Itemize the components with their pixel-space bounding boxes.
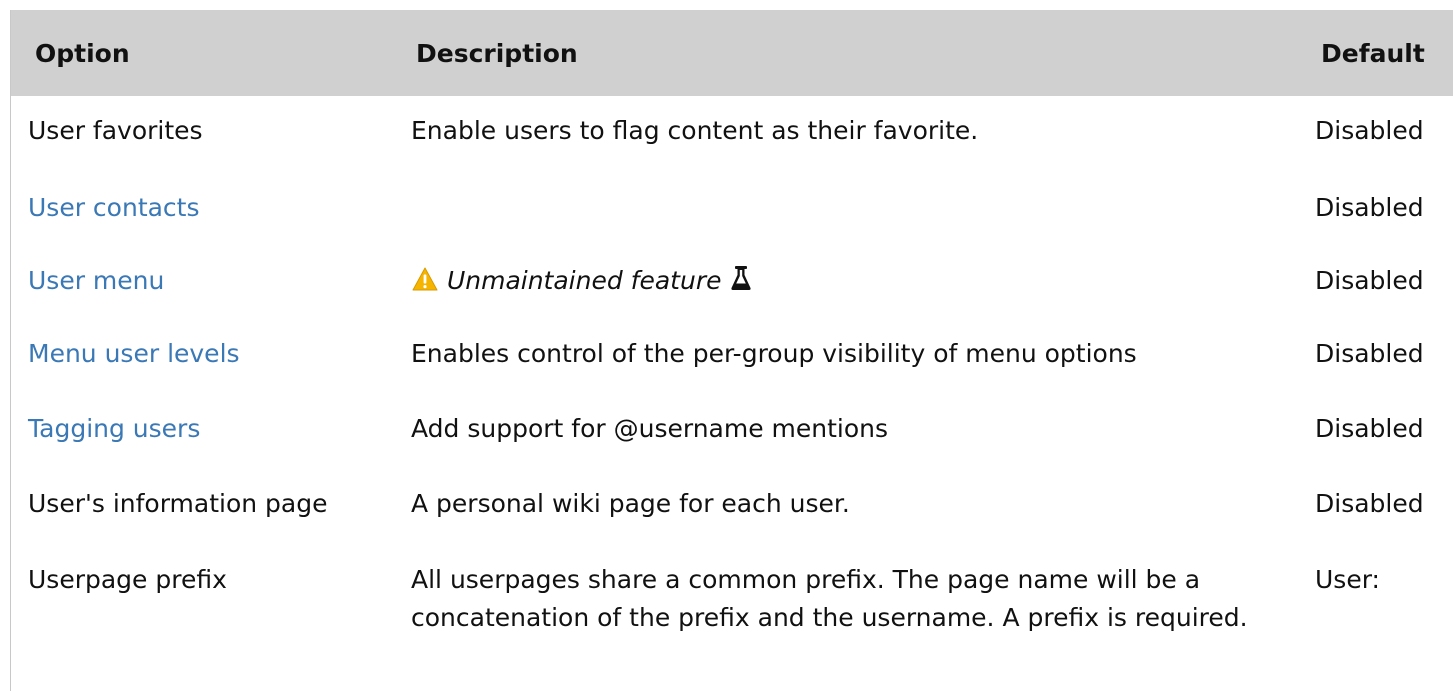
- header-default: Default: [1321, 39, 1425, 68]
- option-description: Add support for @username mentions: [411, 414, 889, 443]
- option-label: User favorites: [28, 116, 203, 145]
- option-default: Disabled: [1315, 116, 1424, 145]
- header-description: Description: [416, 39, 578, 68]
- option-description: Enable users to flag content as their fa…: [411, 116, 979, 145]
- warning-icon: [411, 265, 439, 303]
- option-default: User:: [1315, 565, 1380, 594]
- header-option: Option: [35, 39, 130, 68]
- option-link-menu-user-levels[interactable]: Menu user levels: [28, 335, 240, 373]
- table-header-row: Option Description Default: [11, 10, 1453, 96]
- unmaintained-feature-text: Unmaintained feature: [446, 266, 722, 295]
- option-link-user-menu[interactable]: User menu: [28, 262, 164, 300]
- option-default: Disabled: [1315, 193, 1424, 222]
- option-link-tagging-users[interactable]: Tagging users: [28, 410, 200, 448]
- option-description: A personal wiki page for each user.: [411, 489, 850, 518]
- option-link-user-contacts[interactable]: User contacts: [28, 189, 200, 227]
- option-default: Disabled: [1315, 266, 1424, 295]
- option-label: Userpage prefix: [28, 565, 227, 594]
- option-description: Enables control of the per-group visibil…: [411, 339, 1137, 368]
- option-description: Unmaintained feature: [411, 262, 753, 303]
- option-description: All userpages share a common prefix. The…: [411, 565, 1248, 632]
- option-default: Disabled: [1315, 339, 1424, 368]
- options-table: Option Description Default User favorite…: [10, 10, 1453, 691]
- option-default: Disabled: [1315, 414, 1424, 443]
- flask-icon: [729, 264, 753, 303]
- option-label: User's information page: [28, 489, 328, 518]
- option-default: Disabled: [1315, 489, 1424, 518]
